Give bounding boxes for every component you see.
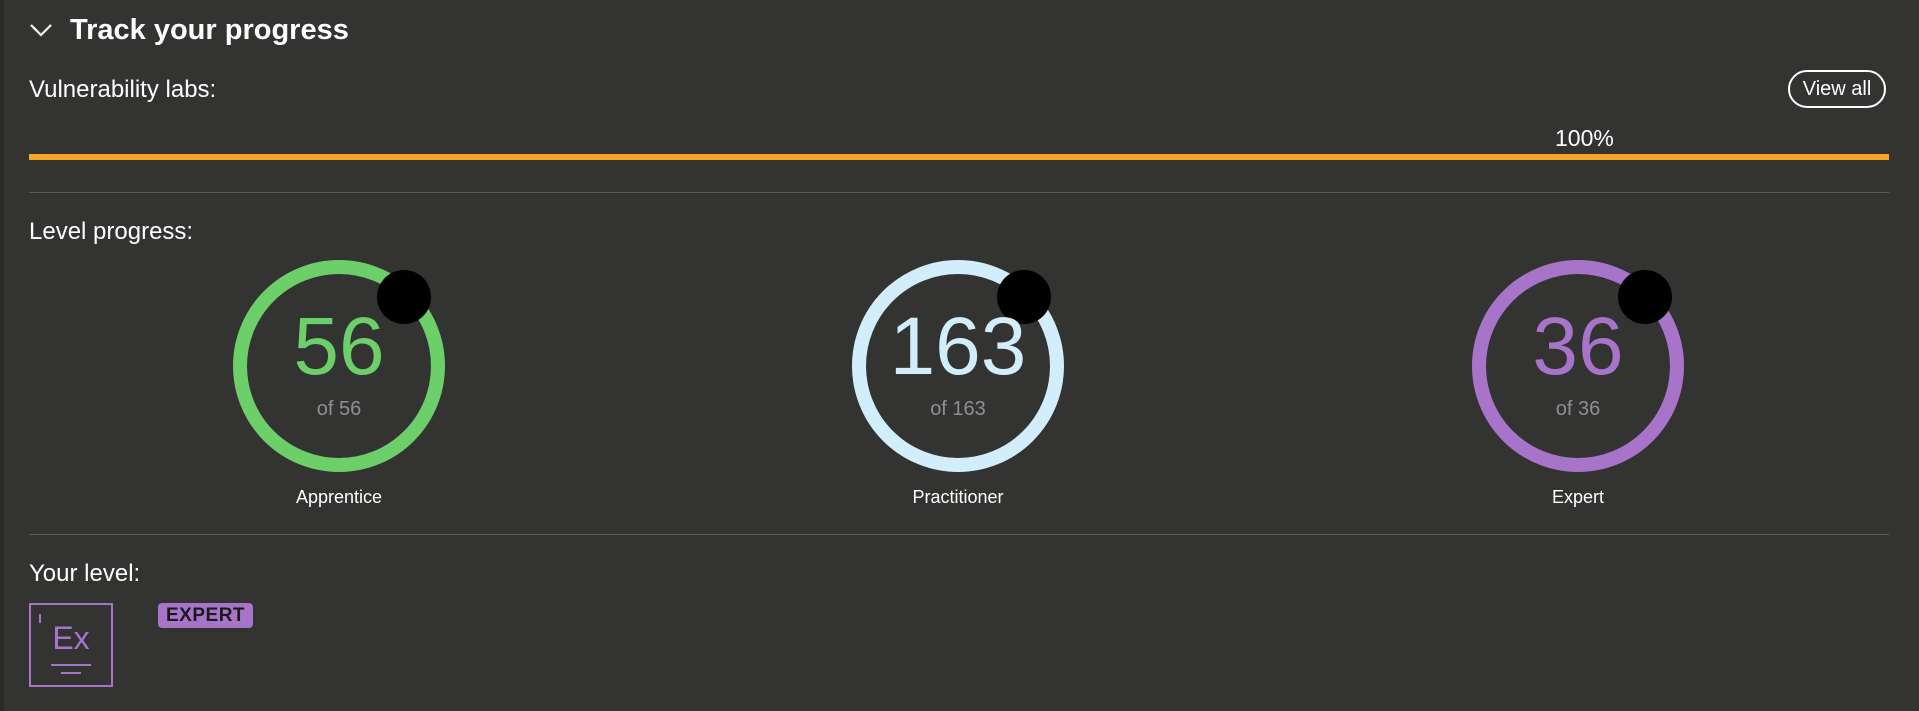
expert-total: of 36 bbox=[1555, 398, 1601, 420]
apprentice-count: 56 bbox=[293, 301, 385, 392]
your-level-label: Your level: bbox=[29, 560, 141, 587]
divider bbox=[29, 192, 1889, 193]
chevron-down-icon bbox=[28, 17, 54, 43]
progress-percent: 100% bbox=[1555, 125, 1614, 151]
vulnerability-labs-label: Vulnerability labs: bbox=[29, 76, 217, 103]
expert-count: 36 bbox=[1532, 301, 1624, 392]
expert-label: Expert bbox=[1551, 487, 1605, 507]
section-toggle[interactable]: Track your progress bbox=[28, 12, 349, 48]
apprentice-total: of 56 bbox=[316, 398, 362, 420]
apprentice-label: Apprentice bbox=[295, 487, 383, 507]
expert-badge-icon: Ex bbox=[29, 603, 113, 687]
view-all-button[interactable]: View all bbox=[1788, 70, 1886, 108]
left-edge bbox=[0, 0, 4, 711]
badge-text: Ex bbox=[52, 620, 89, 656]
apprentice-ring: 56 of 56 bbox=[233, 260, 445, 472]
practitioner-count: 163 bbox=[889, 301, 1027, 392]
expert-ring: 36 of 36 bbox=[1472, 260, 1684, 472]
divider bbox=[29, 534, 1889, 535]
practitioner-ring: 163 of 163 bbox=[852, 260, 1064, 472]
level-progress-label: Level progress: bbox=[29, 218, 194, 245]
practitioner-total: of 163 bbox=[930, 398, 986, 420]
level-tag: EXPERT bbox=[158, 603, 254, 628]
progress-bar bbox=[29, 154, 1889, 160]
section-title: Track your progress bbox=[70, 13, 349, 46]
practitioner-label: Practitioner bbox=[912, 487, 1004, 507]
progress-bar-fill bbox=[29, 154, 1889, 160]
